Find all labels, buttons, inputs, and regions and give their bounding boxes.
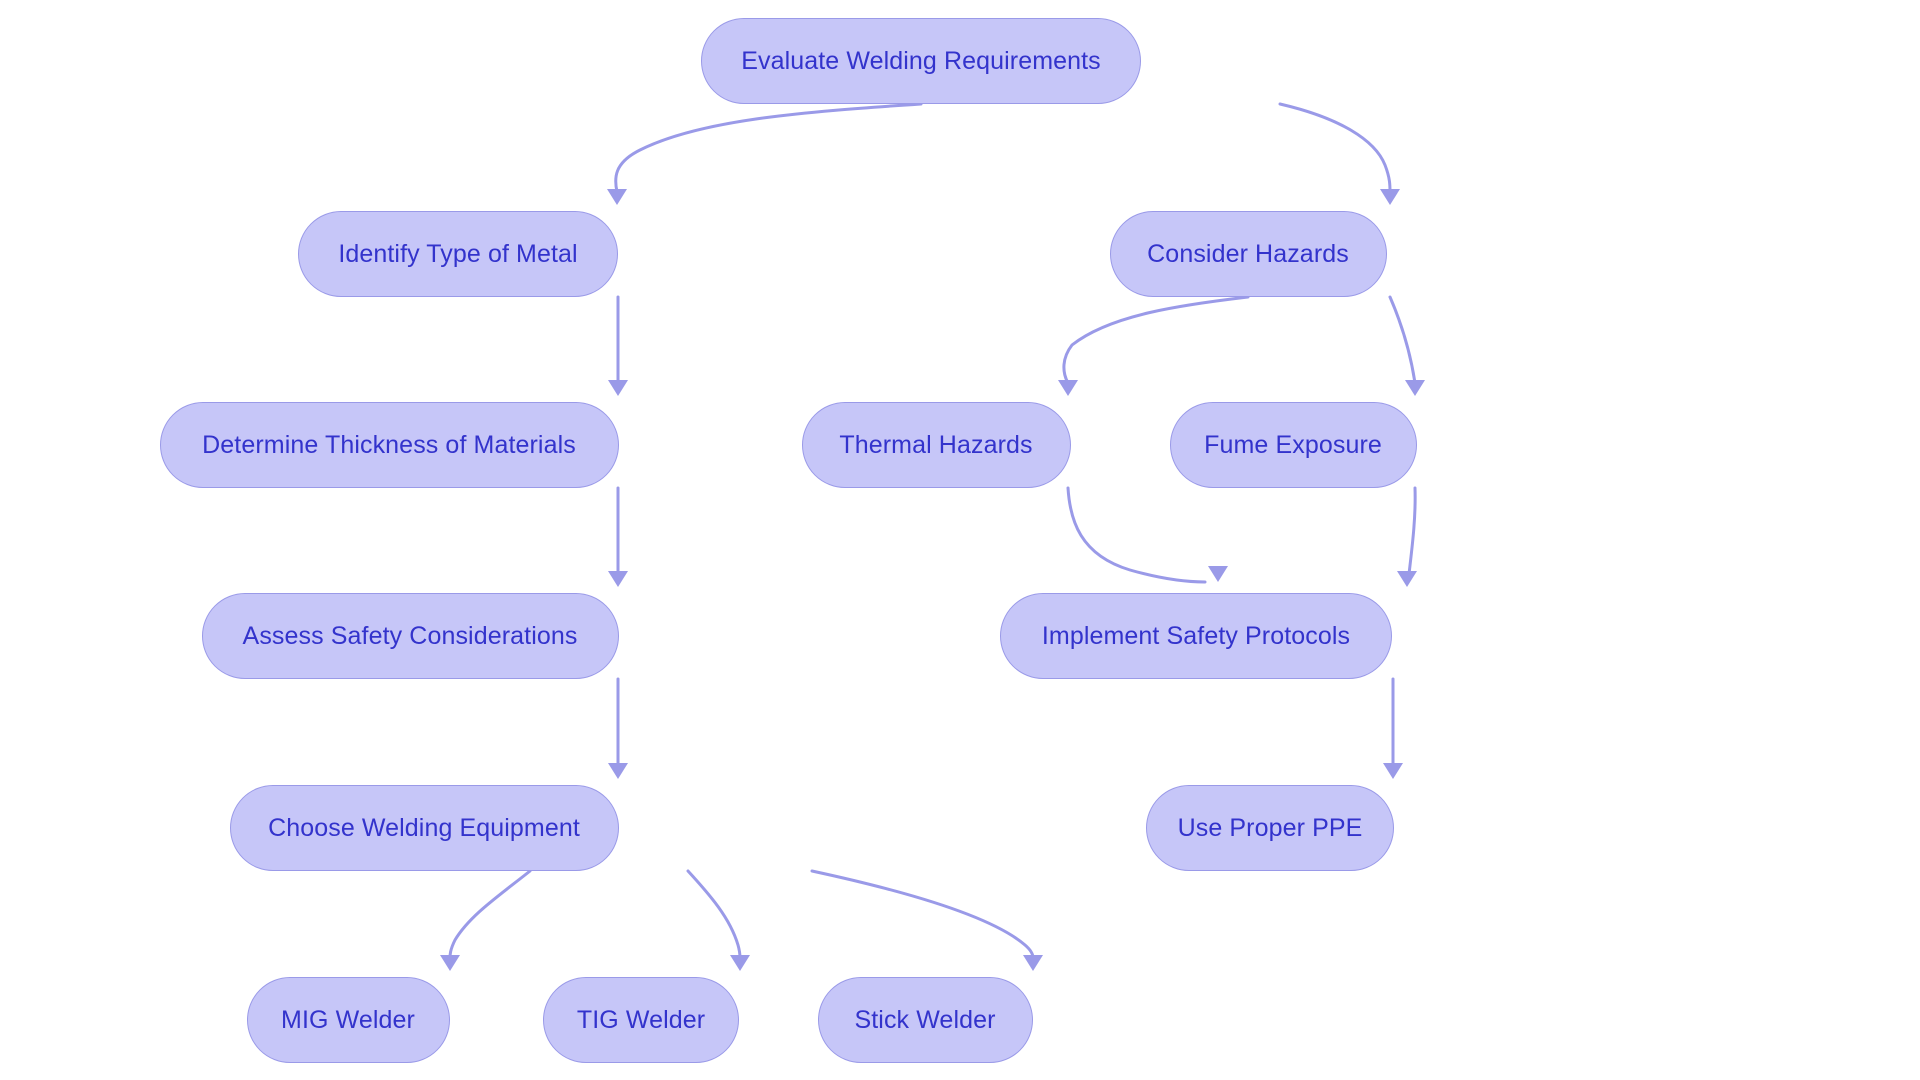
flowchart-node-stick-welder[interactable]: Stick Welder [817,977,1033,1063]
flowchart-node-label: Use Proper PPE [1177,813,1363,842]
flowchart-node-label: Assess Safety Considerations [242,621,578,650]
flowchart-node-label: Fume Exposure [1204,430,1382,459]
flowchart-node-identify-type-of-metal[interactable]: Identify Type of Metal [298,211,618,297]
flowchart-node-consider-hazards[interactable]: Consider Hazards [1109,211,1387,297]
flowchart-node-thermal-hazards[interactable]: Thermal Hazards [801,402,1071,488]
flowchart-canvas: Evaluate Welding Requirements Identify Ty… [0,0,1920,1080]
flowchart-node-implement-safety-protocols[interactable]: Implement Safety Protocols [1000,593,1392,679]
node-layer: Evaluate Welding Requirements Identify Ty… [0,0,1920,1080]
flowchart-node-mig-welder[interactable]: MIG Welder [246,977,450,1063]
flowchart-node-determine-thickness-of-materials[interactable]: Determine Thickness of Materials [159,402,619,488]
flowchart-node-label: Implement Safety Protocols [1041,621,1351,650]
flowchart-node-label: MIG Welder [281,1005,415,1034]
flowchart-node-use-proper-ppe[interactable]: Use Proper PPE [1146,785,1394,871]
flowchart-node-label: Thermal Hazards [839,430,1033,459]
flowchart-node-label: Consider Hazards [1147,239,1349,268]
flowchart-node-label: Evaluate Welding Requirements [741,46,1101,75]
flowchart-node-assess-safety-considerations[interactable]: Assess Safety Considerations [201,593,619,679]
flowchart-node-evaluate-welding-requirements[interactable]: Evaluate Welding Requirements [701,18,1141,104]
flowchart-node-label: Identify Type of Metal [338,239,578,268]
flowchart-node-label: TIG Welder [576,1005,706,1034]
flowchart-node-label: Stick Welder [854,1005,996,1034]
flowchart-node-label: Determine Thickness of Materials [202,430,576,459]
flowchart-node-fume-exposure[interactable]: Fume Exposure [1169,402,1417,488]
flowchart-node-tig-welder[interactable]: TIG Welder [543,977,739,1063]
flowchart-node-label: Choose Welding Equipment [268,813,580,842]
flowchart-node-choose-welding-equipment[interactable]: Choose Welding Equipment [229,785,619,871]
